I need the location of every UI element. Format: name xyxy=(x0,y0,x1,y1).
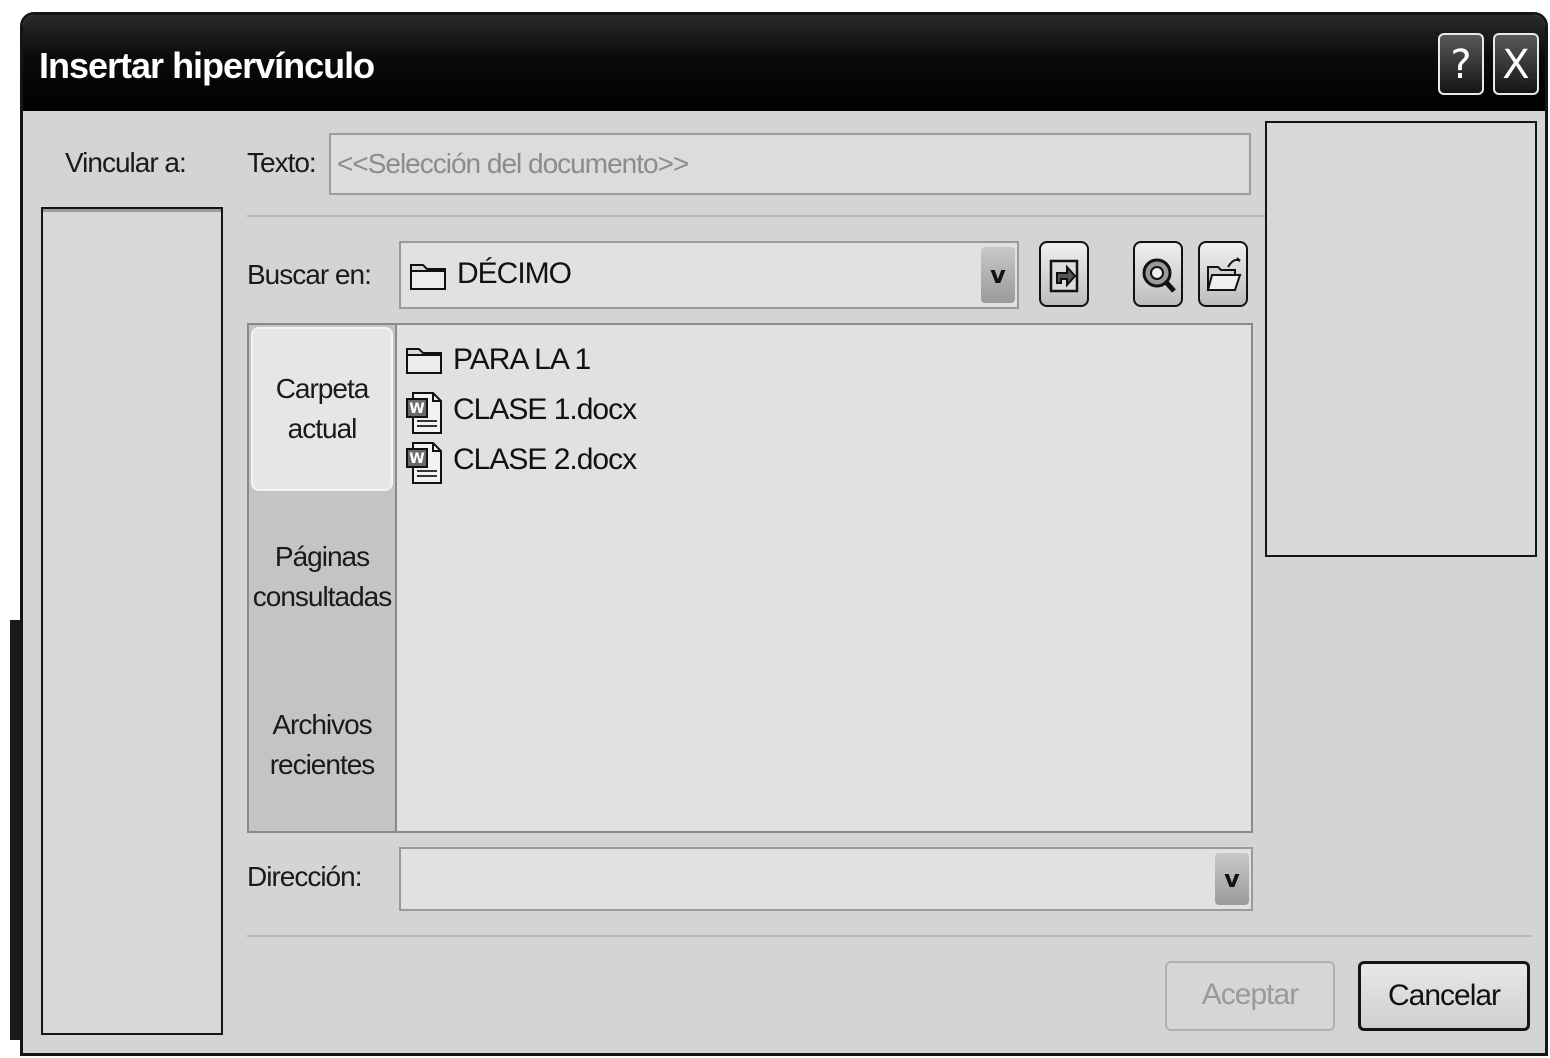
ok-button[interactable]: Aceptar xyxy=(1165,961,1335,1031)
title-bar[interactable]: Insertar hipervínculo ? X xyxy=(23,15,1545,111)
address-dropdown[interactable]: v xyxy=(399,847,1253,911)
place-label-line1: Carpeta xyxy=(275,373,370,404)
insert-hyperlink-dialog: Insertar hipervínculo ? X Vincular a: Te… xyxy=(20,12,1548,1056)
place-current-folder[interactable]: Carpeta actual xyxy=(251,327,393,491)
look-in-value: DÉCIMO xyxy=(457,257,572,290)
text-to-display-label: Texto: xyxy=(247,147,317,178)
place-label-line2: consultadas xyxy=(252,581,392,612)
text-to-display-input[interactable]: <<Selección del documento>> xyxy=(329,133,1251,195)
address-label: Dirección: xyxy=(247,861,362,892)
separator xyxy=(247,935,1531,937)
chevron-down-icon[interactable]: v xyxy=(981,247,1015,303)
link-to-panel[interactable] xyxy=(41,207,223,1035)
place-label-line1: Archivos xyxy=(272,709,372,740)
separator xyxy=(247,215,1267,217)
folder-icon xyxy=(405,341,445,381)
place-browsed-pages[interactable]: Páginas consultadas xyxy=(251,537,393,617)
close-button[interactable]: X xyxy=(1493,33,1539,95)
close-icon: X xyxy=(1502,42,1530,88)
help-button[interactable]: ? xyxy=(1438,33,1484,95)
place-label-line2: actual xyxy=(287,413,358,444)
file-name: CLASE 1.docx xyxy=(453,393,637,426)
folder-icon xyxy=(409,257,449,297)
up-one-folder-button[interactable] xyxy=(1039,241,1089,307)
places-bar: Carpeta actual Páginas consultadas Archi… xyxy=(247,323,397,833)
chevron-down-icon[interactable]: v xyxy=(1215,853,1249,905)
browse-file-button[interactable] xyxy=(1198,241,1248,307)
link-to-label: Vincular a: xyxy=(65,147,187,178)
look-in-dropdown[interactable]: DÉCIMO v xyxy=(399,241,1019,309)
place-label-line1: Páginas xyxy=(274,541,370,572)
look-in-label: Buscar en: xyxy=(247,259,372,290)
file-name: CLASE 2.docx xyxy=(453,443,637,476)
file-name: PARA LA 1 xyxy=(453,343,591,376)
help-icon: ? xyxy=(1450,42,1472,88)
place-label-line2: recientes xyxy=(269,749,376,780)
cancel-button[interactable]: Cancelar xyxy=(1358,961,1530,1031)
word-document-icon: W xyxy=(405,441,445,489)
svg-text:W: W xyxy=(409,401,424,417)
word-document-icon: W xyxy=(405,391,445,439)
browse-web-button[interactable] xyxy=(1133,241,1183,307)
place-recent-files[interactable]: Archivos recientes xyxy=(251,705,393,785)
svg-text:W: W xyxy=(409,451,424,467)
preview-panel xyxy=(1265,121,1537,557)
dialog-title: Insertar hipervínculo xyxy=(39,45,375,86)
file-list: PARA LA 1 W CLASE 1.docx W CLASE 2.docx xyxy=(397,323,1253,833)
